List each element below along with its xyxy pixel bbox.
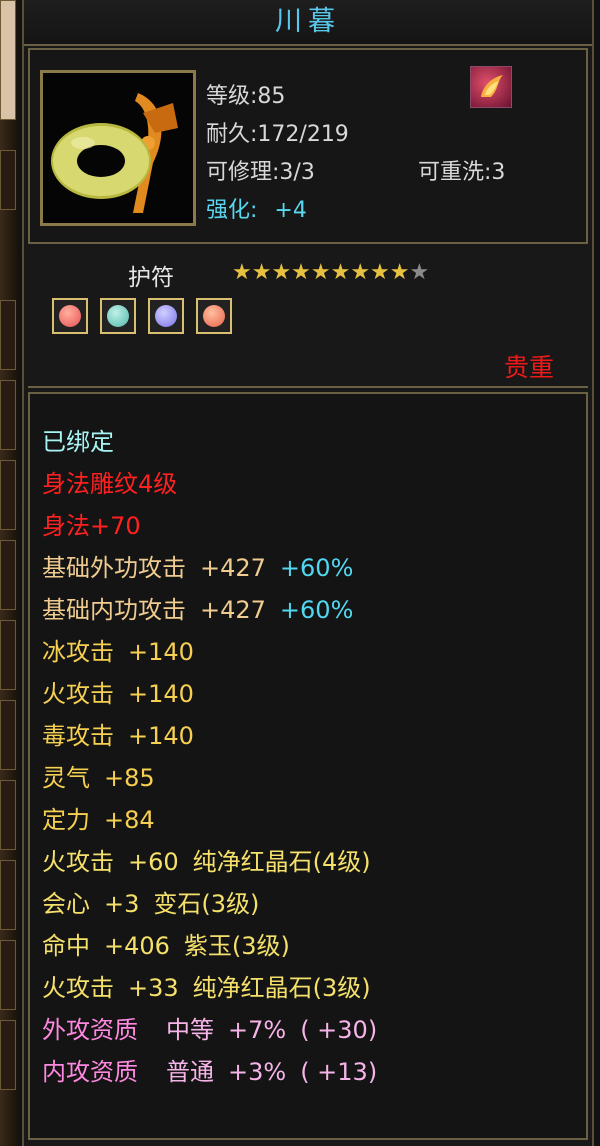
poison-attack-line: 毒攻击 +140 xyxy=(42,722,194,750)
sidebar-slot[interactable] xyxy=(0,380,16,450)
sidebar-slot[interactable] xyxy=(0,150,16,210)
item-durability: 耐久:172/219 xyxy=(206,122,349,147)
portrait-fragment xyxy=(0,0,16,120)
sidebar-slot[interactable] xyxy=(0,860,16,930)
sidebar-slot[interactable] xyxy=(0,1020,16,1090)
ext-attack-line: 基础外功攻击 +427 +60% xyxy=(42,554,354,582)
spirit-line: 灵气 +85 xyxy=(42,764,155,792)
sidebar-slot[interactable] xyxy=(0,700,16,770)
item-name: 川暮 xyxy=(275,6,341,37)
agility-line: 身法+70 xyxy=(42,512,141,540)
fire-attack-line: 火攻击 +140 xyxy=(42,680,194,708)
focus-line: 定力 +84 xyxy=(42,806,155,834)
item-type: 护符 xyxy=(128,265,174,291)
red-crystal-socket[interactable] xyxy=(196,298,232,334)
red-crystal-socket[interactable] xyxy=(52,298,88,334)
gem-bonus-line: 火攻击 +60 纯净红晶石(4级) xyxy=(42,848,371,876)
sidebar-slot[interactable] xyxy=(0,540,16,610)
attribute-list: 已绑定 身法雕纹4级 身法+70 基础外功攻击 +427 +60% 基础内功攻击 +4… xyxy=(28,392,588,1140)
cyan-gem-socket[interactable] xyxy=(100,298,136,334)
item-enhance: 强化: +4 xyxy=(206,192,307,224)
item-level: 等级:85 xyxy=(206,84,286,109)
bound-status: 已绑定 xyxy=(42,428,114,456)
engraving-line: 身法雕纹4级 xyxy=(42,470,178,498)
item-rewash: 可重洗:3 xyxy=(418,160,506,185)
star-rating: ★★★★★★★★★★ xyxy=(232,260,429,285)
filled-stars: ★★★★★★★★★ xyxy=(232,260,410,285)
enhance-label: 强化: xyxy=(206,198,258,223)
sidebar-slot[interactable] xyxy=(0,300,16,370)
int-attack-line: 基础内功攻击 +427 +60% xyxy=(42,596,354,624)
item-repairable: 可修理:3/3 xyxy=(206,160,315,185)
rarity-label: 贵重 xyxy=(503,353,554,382)
sidebar-slot[interactable] xyxy=(0,620,16,690)
charm-section: 护符 ★★★★★★★★★★ 贵重 xyxy=(28,250,588,388)
empty-star: ★ xyxy=(409,260,430,285)
ext-quality-line: 外攻资质 中等 +7%( +30) xyxy=(42,1016,378,1044)
ice-attack-line: 冰攻击 +140 xyxy=(42,638,194,666)
fire-gem-icon[interactable] xyxy=(470,66,512,108)
sidebar-slot[interactable] xyxy=(0,940,16,1010)
gem-bonus-line: 命中 +406 紫玉(3级) xyxy=(42,932,290,960)
sidebar-slot[interactable] xyxy=(0,780,16,850)
item-header: 等级:85 耐久:172/219 可修理:3/3 可重洗:3 强化: +4 xyxy=(28,48,588,244)
enhance-value: +4 xyxy=(274,198,307,223)
purple-jade-socket[interactable] xyxy=(148,298,184,334)
title-bar: 川暮 xyxy=(24,0,592,46)
int-quality-line: 内攻资质 普通 +3%( +13) xyxy=(42,1058,378,1086)
item-tooltip-panel: 川暮 等级:85 耐久:172/219 可修理:3/3 可重洗:3 强化: +4 xyxy=(22,0,594,1146)
gem-bonus-line: 会心 +3 变石(3级) xyxy=(42,890,260,918)
sidebar-slot[interactable] xyxy=(0,460,16,530)
left-sidebar-strip xyxy=(0,0,18,1146)
jade-pendant-icon xyxy=(40,70,196,226)
gem-bonus-line: 火攻击 +33 纯净红晶石(3级) xyxy=(42,974,371,1002)
